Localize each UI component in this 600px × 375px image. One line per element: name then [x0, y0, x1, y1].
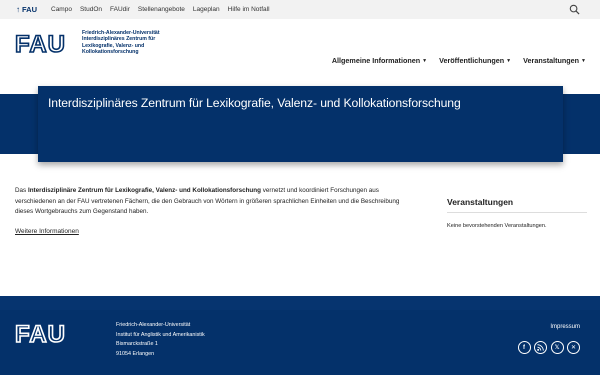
facebook-icon[interactable]: f — [517, 341, 531, 354]
fau-logo[interactable]: FAU — [15, 33, 75, 55]
nav-item-label: Veröffentlichungen — [439, 56, 505, 65]
footer-address: Friedrich-Alexander-Universität Institut… — [116, 321, 205, 359]
main-nav: Allgemeine Informationen ▼ Veröffentlich… — [320, 56, 586, 65]
arrow-up-icon: ↑ — [16, 5, 20, 14]
intro-bold: Interdisziplinäre Zentrum für Lexikograf… — [27, 187, 261, 194]
more-info-link[interactable]: Weitere Informationen — [15, 228, 79, 235]
nav-item-veroeffentlichungen[interactable]: Veröffentlichungen ▼ — [439, 56, 511, 65]
address-line: 91054 Erlangen — [116, 350, 155, 357]
caret-down-icon: ▼ — [506, 57, 512, 64]
footer-top-band — [0, 296, 600, 310]
util-link-studon[interactable]: StudOn — [80, 6, 102, 13]
svg-text:FAU: FAU — [15, 33, 66, 55]
divider — [447, 212, 587, 213]
hero-title-box: Interdisziplinäres Zentrum für Lexikogra… — [38, 86, 563, 162]
address-line: Friedrich-Alexander-Universität — [116, 322, 191, 328]
caret-down-icon: ▼ — [422, 57, 428, 64]
footer-fau-logo[interactable]: FAU — [15, 323, 75, 345]
intro-prefix: Das — [15, 187, 28, 194]
fau-home-link[interactable]: ↑ FAU — [16, 5, 37, 14]
nav-item-label: Veranstaltungen — [523, 56, 580, 65]
address-line: Bismarckstraße 1 — [116, 341, 158, 347]
util-link-notfall[interactable]: Hilfe im Notfall — [228, 6, 270, 13]
util-link-campo[interactable]: Campo — [51, 6, 72, 13]
svg-text:FAU: FAU — [15, 323, 66, 345]
social-links: f 𝕏 ✕ — [514, 341, 580, 354]
events-heading: Veranstaltungen — [447, 197, 514, 207]
address-line: Institut für Anglistik und Amerikanistik — [116, 331, 205, 338]
events-empty-text: Keine bevorstehenden Veranstaltungen. — [447, 223, 547, 229]
util-link-lageplan[interactable]: Lageplan — [193, 6, 220, 13]
x-icon[interactable]: 𝕏 — [550, 341, 564, 354]
intro-paragraph: Das Interdisziplinäre Zentrum für Lexiko… — [15, 186, 415, 218]
impressum-link[interactable]: Impressum — [550, 324, 580, 330]
search-icon[interactable] — [569, 4, 580, 15]
rss-icon[interactable] — [534, 341, 547, 354]
nav-item-veranstaltungen[interactable]: Veranstaltungen ▼ — [523, 56, 586, 65]
utility-bar: ↑ FAU Campo StudOn FAUdir Stellenangebot… — [0, 0, 600, 19]
xing-icon[interactable]: ✕ — [567, 341, 580, 354]
site-header: FAU Friedrich-Alexander-Universität Inte… — [0, 19, 600, 94]
org-name[interactable]: Friedrich-Alexander-Universität Interdis… — [82, 30, 182, 55]
fau-home-label: FAU — [22, 5, 37, 14]
page-title: Interdisziplinäres Zentrum für Lexikogra… — [48, 96, 461, 110]
util-link-stellenangebote[interactable]: Stellenangebote — [138, 6, 185, 13]
nav-item-allgemeine-informationen[interactable]: Allgemeine Informationen ▼ — [332, 56, 427, 65]
util-link-faudir[interactable]: FAUdir — [110, 6, 130, 13]
org-name-line: Kollokationsforschung — [82, 48, 139, 55]
caret-down-icon: ▼ — [581, 57, 586, 64]
nav-item-label: Allgemeine Informationen — [331, 56, 421, 65]
